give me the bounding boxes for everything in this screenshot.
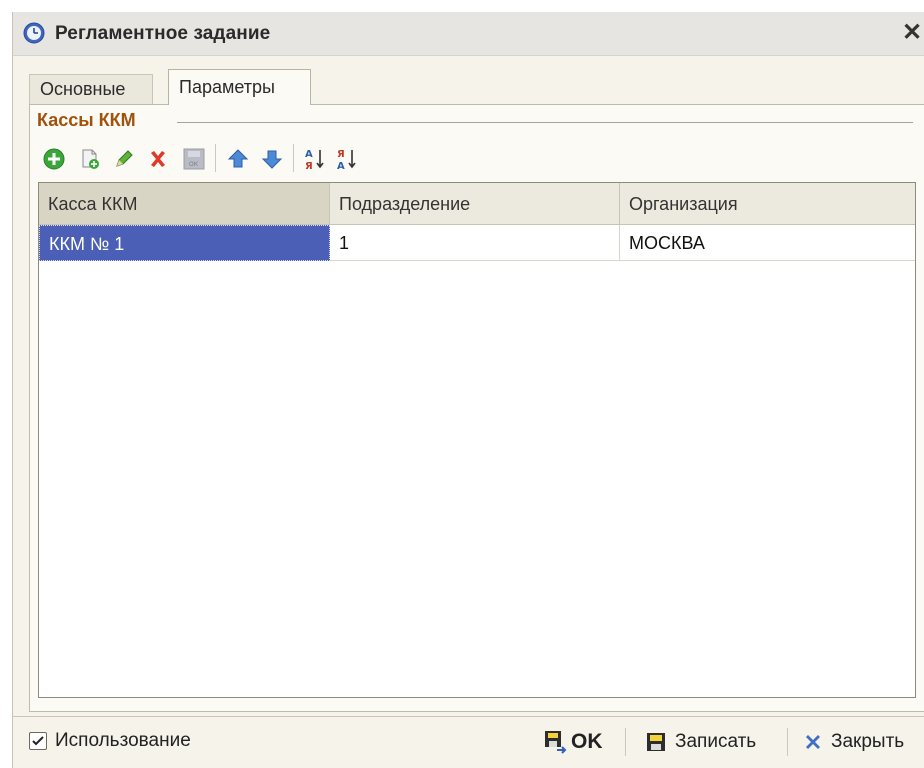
svg-text:Я: Я	[305, 161, 313, 172]
close-icon	[806, 735, 820, 749]
svg-text:Я: Я	[337, 149, 345, 160]
ok-button[interactable]: OK	[543, 725, 603, 759]
sort-desc-icon[interactable]: Я A	[335, 146, 361, 172]
tab-osnovnye[interactable]: Основные	[29, 74, 153, 104]
group-divider	[177, 122, 913, 123]
group-title: Кассы ККМ	[37, 110, 136, 130]
dialog-window: Регламентное задание ✕ Основные Параметр…	[12, 12, 924, 768]
add-icon[interactable]	[41, 146, 67, 172]
svg-text:A: A	[337, 161, 345, 172]
table-cell-podrazdelenie[interactable]: 1	[330, 225, 620, 261]
sort-asc-icon[interactable]: A Я	[303, 146, 329, 172]
edit-icon[interactable]	[111, 146, 137, 172]
footer-divider	[13, 716, 924, 717]
svg-text:ОК: ОК	[189, 161, 199, 168]
column-header-kassa[interactable]: Касса ККМ	[39, 183, 330, 225]
ok-button-label: OK	[571, 730, 603, 753]
floppy-icon	[647, 733, 665, 751]
close-window-button[interactable]: ✕	[899, 18, 924, 48]
move-down-icon[interactable]	[259, 146, 285, 172]
tab-parametry[interactable]: Параметры	[168, 69, 311, 105]
close-button-label: Закрыть	[831, 731, 905, 752]
table-cell-kassa[interactable]: ККМ № 1	[39, 225, 330, 261]
footer-separator	[625, 728, 626, 756]
delete-icon[interactable]	[145, 146, 171, 172]
clock-icon	[23, 22, 45, 44]
toolbar-separator	[293, 144, 294, 172]
close-button[interactable]: Закрыть	[803, 725, 904, 759]
column-header-organizaciya[interactable]: Организация	[620, 183, 915, 225]
copy-icon[interactable]	[77, 146, 103, 172]
save-button-label: Записать	[675, 731, 757, 752]
save-close-icon	[545, 731, 567, 754]
save-button[interactable]: Записать	[645, 725, 756, 759]
footer-separator	[787, 728, 788, 756]
checkmark-icon	[32, 736, 44, 746]
table-cell-organizaciya[interactable]: МОСКВА	[620, 225, 915, 261]
title-bar: Регламентное задание ✕	[13, 12, 924, 56]
toolbar-separator	[215, 144, 216, 172]
save-icon[interactable]: ОК	[181, 146, 207, 172]
kkm-table[interactable]: Касса ККМ Подразделение Организация ККМ …	[38, 182, 916, 698]
column-header-podrazdelenie[interactable]: Подразделение	[330, 183, 620, 225]
use-checkbox[interactable]	[29, 732, 47, 750]
svg-text:A: A	[305, 149, 313, 160]
use-checkbox-label[interactable]: Использование	[55, 730, 191, 752]
move-up-icon[interactable]	[225, 146, 251, 172]
window-title: Регламентное задание	[55, 23, 271, 44]
